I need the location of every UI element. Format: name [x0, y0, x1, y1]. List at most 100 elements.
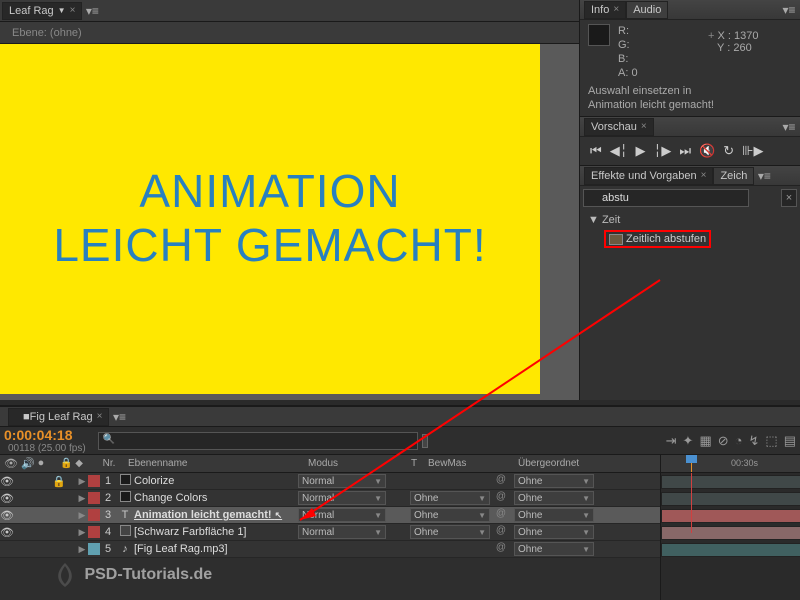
loop-button[interactable]: ↻ [723, 143, 734, 159]
tl-icon[interactable]: ✦ [683, 433, 694, 449]
pickwhip-icon[interactable]: @ [494, 525, 508, 539]
pickwhip-icon[interactable]: @ [494, 542, 508, 556]
blend-mode-dropdown[interactable]: Normal▼ [298, 474, 386, 488]
dropdown-icon[interactable] [422, 434, 428, 448]
blend-mode-dropdown[interactable]: Normal▼ [298, 508, 386, 522]
layer-name[interactable]: [Fig Leaf Rag.mp3] [132, 543, 294, 555]
parent-dropdown[interactable]: Ohne▼ [514, 542, 594, 556]
play-button[interactable]: ▶ [636, 143, 646, 159]
track-matte-dropdown[interactable]: Ohne▼ [410, 525, 490, 539]
clip[interactable] [661, 543, 800, 557]
close-icon[interactable]: × [613, 4, 619, 15]
panel-menu-icon[interactable]: ▾≡ [85, 4, 99, 18]
layer-name[interactable]: Change Colors [132, 492, 294, 504]
preview-tab[interactable]: Vorschau× [584, 118, 654, 136]
parent-dropdown[interactable]: Ohne▼ [514, 474, 594, 488]
visibility-toggle[interactable]: 👁 [0, 475, 14, 488]
visibility-toggle[interactable]: 👁 [0, 509, 14, 522]
panel-menu-icon[interactable]: ▾≡ [782, 3, 796, 17]
preset-icon [609, 234, 623, 245]
label-color[interactable] [88, 492, 100, 504]
info-message: Auswahl einsetzen in Animation leicht ge… [580, 84, 800, 112]
tl-icon[interactable]: ▤ [784, 433, 796, 449]
visibility-toggle[interactable]: 👁 [0, 492, 14, 505]
last-frame-button[interactable]: ⏭ [679, 143, 691, 159]
video-icon[interactable]: 👁 [4, 457, 18, 470]
pickwhip-icon[interactable]: @ [494, 508, 508, 522]
first-frame-button[interactable]: ⏮ [590, 143, 602, 159]
dropdown-icon[interactable]: ▼ [58, 6, 66, 15]
parent-dropdown[interactable]: Ohne▼ [514, 525, 594, 539]
fps-label: 00118 (25.00 fps) [8, 443, 86, 454]
current-timecode[interactable]: 0:00:04:18 [4, 427, 86, 443]
composition-viewer[interactable]: ANIMATION LEICHT GEMACHT! [0, 44, 579, 400]
twirl-icon[interactable]: ▶ [76, 510, 88, 521]
pickwhip-icon[interactable]: @ [494, 474, 508, 488]
timeline-header: ■ Fig Leaf Rag× ▾≡ [0, 407, 800, 427]
twirl-icon[interactable]: ▶ [76, 544, 88, 555]
parent-dropdown[interactable]: Ohne▼ [514, 491, 594, 505]
blend-mode-dropdown[interactable]: Normal▼ [298, 525, 386, 539]
panel-menu-icon[interactable]: ▾≡ [112, 410, 126, 424]
tl-icon[interactable]: ⬚ [765, 433, 777, 449]
effects-group-zeit[interactable]: ▼ Zeit [584, 212, 796, 228]
transport-controls: ⏮ ◀╎ ▶ ╎▶ ⏭ 🔇 ↻ ⊪▶ [580, 137, 800, 165]
tl-icon[interactable]: ▦ [699, 433, 711, 449]
twirl-icon[interactable]: ▶ [76, 493, 88, 504]
lock-icon[interactable]: 🔒 [60, 458, 72, 469]
layer-name[interactable]: [Schwarz Farbfläche 1] [132, 526, 294, 538]
label-icon[interactable]: ◆ [75, 458, 83, 469]
clip[interactable] [661, 492, 800, 506]
prev-frame-button[interactable]: ◀╎ [610, 143, 628, 159]
layer-name[interactable]: Colorize [132, 475, 294, 487]
clip[interactable] [661, 509, 800, 523]
parent-dropdown[interactable]: Ohne▼ [514, 508, 594, 522]
effect-zeitlich-abstufen[interactable]: Zeitlich abstufen [604, 230, 711, 248]
clip[interactable] [661, 526, 800, 540]
close-icon[interactable]: × [701, 170, 707, 181]
label-color[interactable] [88, 475, 100, 487]
close-icon[interactable]: × [641, 121, 647, 132]
close-icon[interactable]: × [70, 5, 76, 16]
zeich-tab[interactable]: Zeich [713, 167, 754, 185]
ram-preview-button[interactable]: ⊪▶ [742, 143, 763, 159]
label-color[interactable] [88, 543, 100, 555]
info-tab[interactable]: Info× [584, 1, 626, 19]
tl-icon[interactable]: ⇥ [666, 433, 677, 449]
lock-toggle[interactable]: 🔒 [42, 475, 76, 488]
track-matte-dropdown[interactable]: Ohne▼ [410, 508, 490, 522]
playhead[interactable] [691, 455, 692, 472]
twirl-icon[interactable]: ▶ [76, 476, 88, 487]
layer-number: 1 [100, 475, 116, 487]
tl-icon[interactable]: ↯ [749, 433, 760, 449]
clear-search-button[interactable]: × [781, 189, 797, 207]
audio-icon[interactable]: 🔊 [21, 457, 35, 470]
tl-icon[interactable]: ◔ [735, 433, 743, 449]
tl-icon[interactable]: ⊘ [718, 433, 729, 449]
label-color[interactable] [88, 509, 100, 521]
time-ruler[interactable]: 00:30s [661, 455, 800, 473]
layer-name[interactable]: Animation leicht gemacht! ↖ [132, 509, 294, 521]
panel-menu-icon[interactable]: ▾≡ [757, 169, 771, 183]
canvas: ANIMATION LEICHT GEMACHT! [0, 44, 540, 394]
timeline-search-input[interactable] [98, 432, 418, 450]
layer-type-icon: ♪ [118, 543, 132, 555]
mute-button[interactable]: 🔇 [699, 143, 715, 159]
twirl-icon[interactable]: ▶ [76, 527, 88, 538]
timeline-tab[interactable]: ■ Fig Leaf Rag× [8, 408, 109, 426]
close-icon[interactable]: × [97, 411, 103, 422]
label-color[interactable] [88, 526, 100, 538]
pickwhip-icon[interactable]: @ [494, 491, 508, 505]
effects-tab[interactable]: Effekte und Vorgaben× [584, 167, 713, 185]
effects-search-input[interactable] [583, 189, 749, 207]
visibility-toggle[interactable]: 👁 [0, 526, 14, 539]
layer-type-icon: T [118, 509, 132, 521]
audio-tab[interactable]: Audio [626, 1, 668, 19]
blend-mode-dropdown[interactable]: Normal▼ [298, 491, 386, 505]
panel-menu-icon[interactable]: ▾≡ [782, 120, 796, 134]
track-matte-dropdown[interactable]: Ohne▼ [410, 491, 490, 505]
clip[interactable] [661, 475, 800, 489]
next-frame-button[interactable]: ╎▶ [654, 143, 672, 159]
composition-tab[interactable]: Leaf Rag ▼ × [2, 2, 82, 20]
solo-icon[interactable]: ● [38, 457, 45, 470]
